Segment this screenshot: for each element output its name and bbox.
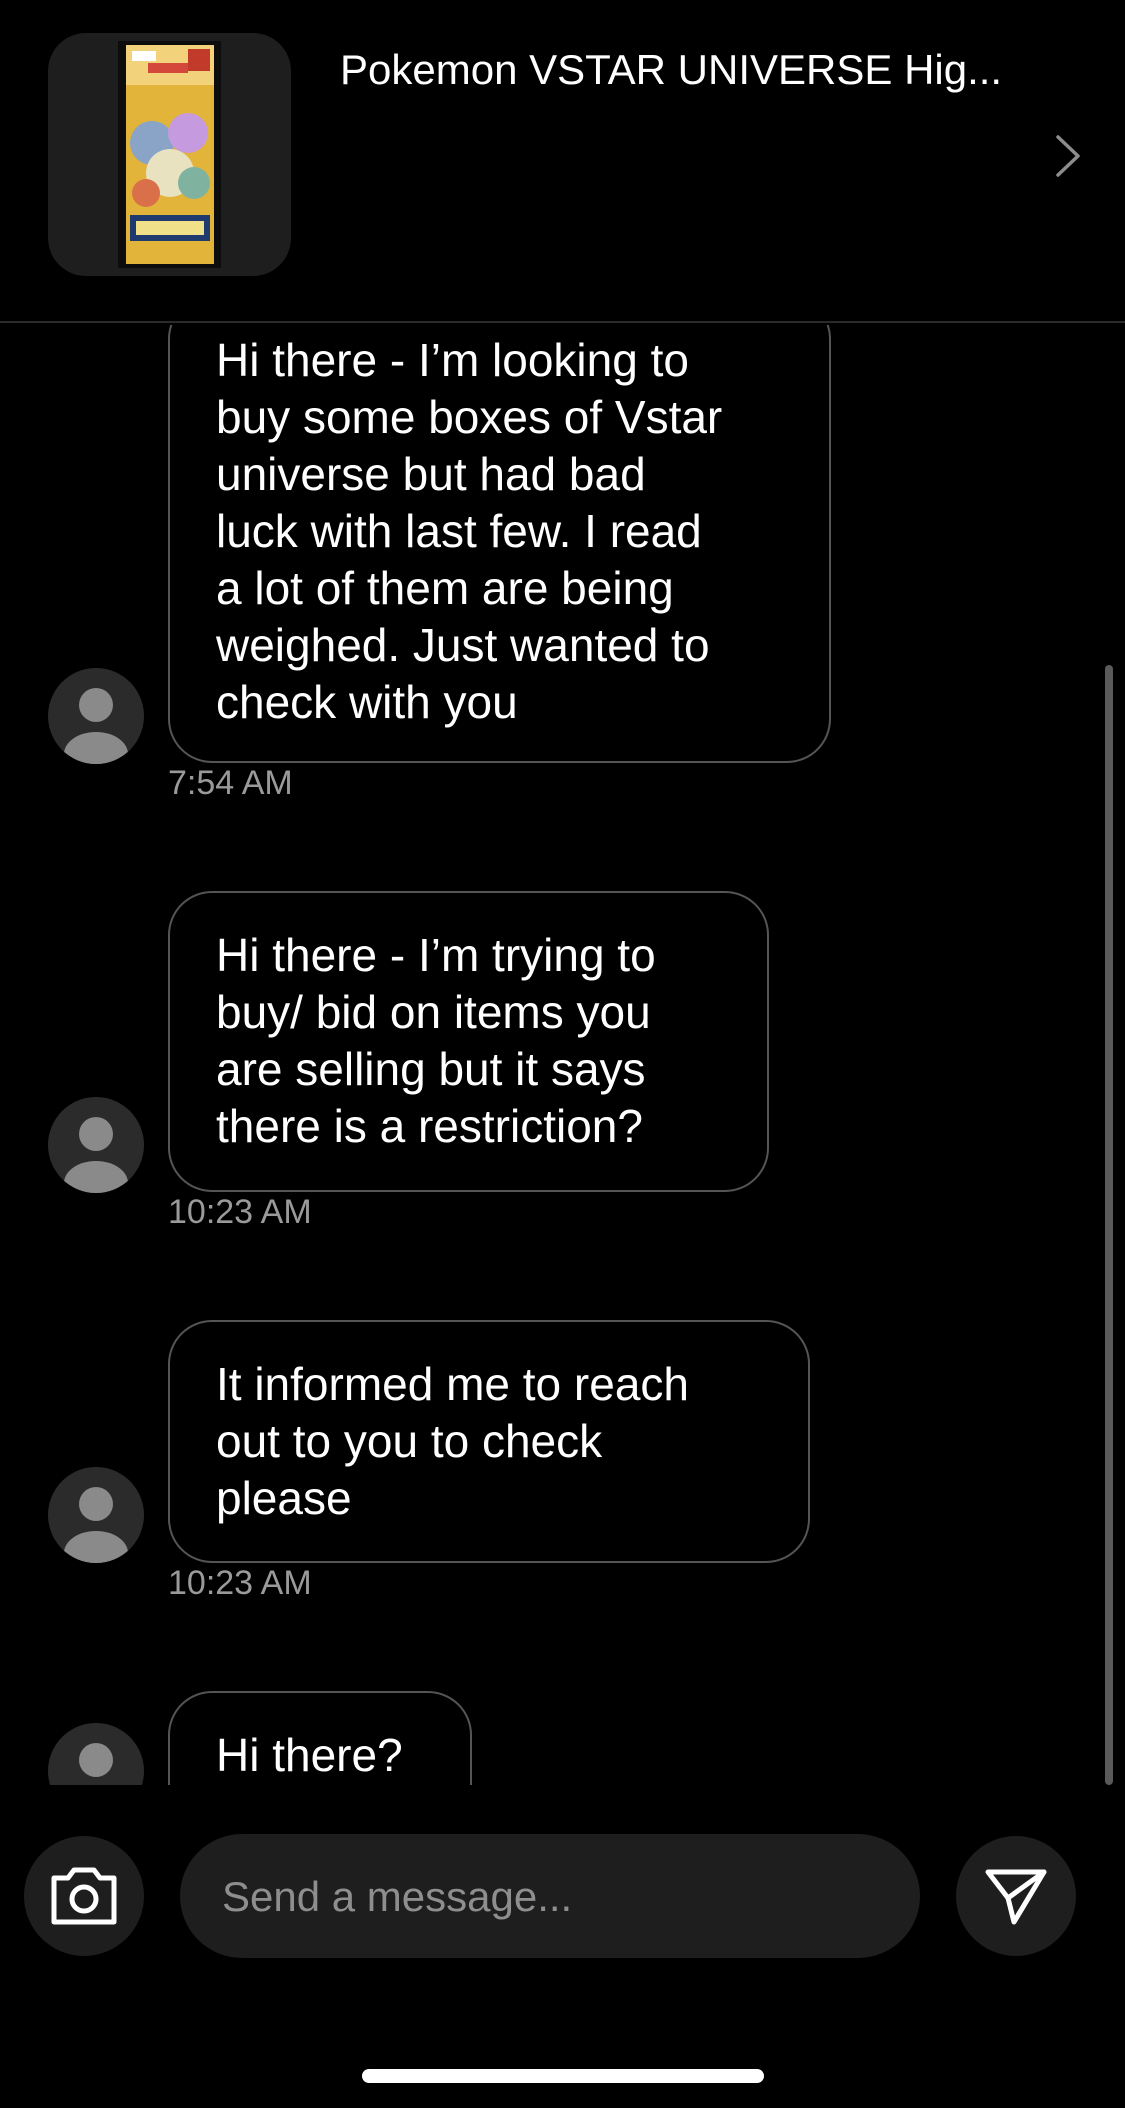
listing-title[interactable]: Pokemon VSTAR UNIVERSE Hig... [340,44,1040,96]
message-input[interactable] [220,1834,884,1960]
message-bubble[interactable]: Hi there? [168,1691,472,1785]
message-timestamp: 10:23 AM [168,1193,312,1231]
message-line: there is a restriction? [216,1100,643,1152]
person-icon [64,1117,128,1193]
message-line: are selling but it says [216,1043,646,1095]
send-icon [985,1869,1047,1925]
message-input-container[interactable] [180,1834,920,1960]
message-line: out to you to check [216,1415,603,1467]
camera-icon [51,1867,117,1925]
message-thread[interactable]: Hi there - I’m looking to buy some boxes… [0,325,1125,1785]
user-avatar[interactable] [48,1723,144,1785]
listing-header[interactable]: Pokemon VSTAR UNIVERSE Hig... [0,0,1125,323]
person-icon [79,1743,113,1777]
user-avatar[interactable] [48,1097,144,1193]
user-avatar[interactable] [48,668,144,764]
send-button[interactable] [956,1836,1076,1956]
message-line: universe but had bad [216,448,646,500]
message-composer [0,1820,1125,1980]
message-line: check with you [216,676,518,728]
message-line: Hi there - I’m looking to [216,334,689,386]
message-line: buy some boxes of Vstar [216,391,723,443]
message-line: buy/ bid on items you [216,986,651,1038]
home-indicator[interactable] [362,2069,764,2083]
message-line: please [216,1472,352,1524]
chevron-right-icon[interactable] [1050,133,1084,179]
person-icon [64,688,128,764]
message-bubble[interactable]: It informed me to reach out to you to ch… [168,1320,810,1563]
camera-button[interactable] [24,1836,144,1956]
thread-scrollbar[interactable] [1105,665,1113,1785]
message-line: Hi there - I’m trying to [216,929,656,981]
message-line: Hi there? [216,1729,403,1781]
message-bubble[interactable]: Hi there - I’m trying to buy/ bid on ite… [168,891,769,1192]
message-line: a lot of them are being [216,562,674,614]
pokemon-vstar-universe-box-image [118,41,221,268]
person-icon [64,1487,128,1563]
message-bubble[interactable]: Hi there - I’m looking to buy some boxes… [168,325,831,763]
message-timestamp: 7:54 AM [168,764,293,802]
message-line: luck with last few. I read [216,505,702,557]
message-line: It informed me to reach [216,1358,689,1410]
message-line: weighed. Just wanted to [216,619,710,671]
message-timestamp: 10:23 AM [168,1564,312,1602]
user-avatar[interactable] [48,1467,144,1563]
listing-thumbnail[interactable] [48,33,291,276]
